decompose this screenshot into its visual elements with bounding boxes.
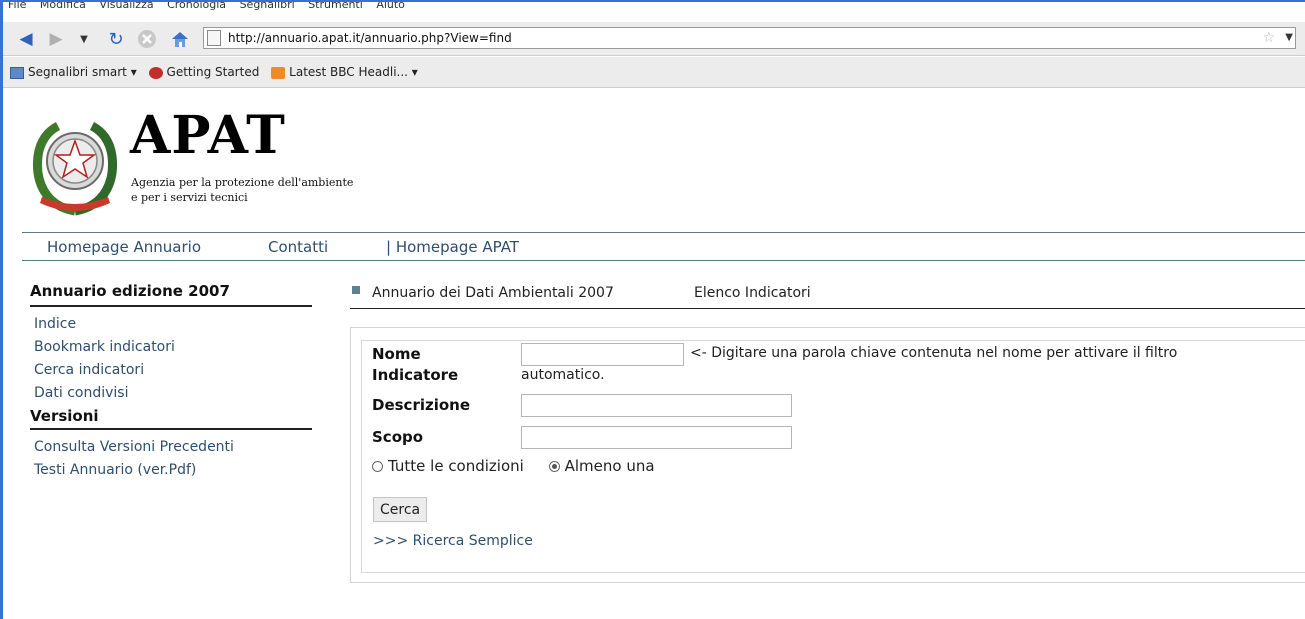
bullet-icon: [352, 286, 360, 294]
menu-visualizza[interactable]: Visualizza: [99, 0, 153, 11]
nome-label-line-1: Nome: [372, 345, 421, 363]
sidebar-item-versioni-precedenti[interactable]: Consulta Versioni Precedenti: [34, 436, 312, 459]
cerca-button[interactable]: Cerca: [373, 497, 428, 522]
sidebar-title: Annuario edizione 2007: [30, 282, 312, 307]
home-icon[interactable]: [168, 27, 192, 51]
stop-icon[interactable]: [135, 27, 159, 51]
radio-label: Almeno una: [564, 457, 655, 475]
descrizione-label: Descrizione: [372, 396, 471, 414]
scopo-label: Scopo: [372, 428, 424, 446]
bookmark-bbc[interactable]: Latest BBC Headli... ▾: [271, 57, 418, 88]
breadcrumb-page: Elenco Indicatori: [694, 285, 811, 301]
radio-unchecked-icon: [372, 460, 383, 472]
sidebar-version-links: Consulta Versioni Precedenti Testi Annua…: [30, 436, 312, 482]
breadcrumb-section[interactable]: Annuario dei Dati Ambientali 2007: [372, 285, 614, 301]
top-navigation: Homepage Annuario Contatti | Homepage AP…: [22, 232, 1305, 261]
sidebar-item-cerca-indicatori[interactable]: Cerca indicatori: [34, 359, 312, 382]
url-dropdown-icon[interactable]: ▼: [1285, 28, 1293, 48]
sidebar-item-dati-condivisi[interactable]: Dati condivisi: [34, 382, 312, 405]
search-form-container: Nome Indicatore <- Digitare una parola c…: [350, 327, 1305, 583]
menu-cronologia[interactable]: Cronologia: [167, 0, 226, 11]
radio-label: Tutte le condizioni: [388, 457, 524, 475]
nav-homepage-apat[interactable]: | Homepage APAT: [386, 238, 519, 256]
address-bar[interactable]: http://annuario.apat.it/annuario.php?Vie…: [203, 27, 1296, 49]
scopo-input[interactable]: [521, 426, 792, 449]
sidebar: Annuario edizione 2007 Indice Bookmark i…: [30, 282, 312, 482]
ricerca-semplice-link[interactable]: >>> Ricerca Semplice: [373, 533, 533, 549]
menu-strumenti[interactable]: Strumenti: [308, 0, 363, 11]
bookmark-label: Latest BBC Headli... ▾: [289, 65, 418, 79]
bookmark-label: Segnalibri smart ▾: [28, 65, 137, 79]
history-dropdown-icon[interactable]: ▼: [72, 27, 96, 51]
folder-icon: [10, 66, 24, 79]
breadcrumb: Annuario dei Dati Ambientali 2007 Elenco…: [350, 282, 1305, 309]
menu-aiuto[interactable]: Aiuto: [376, 0, 405, 11]
back-icon[interactable]: ◀: [14, 27, 38, 51]
bookmark-smart[interactable]: Segnalibri smart ▾: [10, 57, 137, 88]
reload-icon[interactable]: ↻: [104, 27, 128, 51]
web-page: APAT Agenzia per la protezione dell'ambi…: [8, 89, 1305, 619]
sidebar-links: Indice Bookmark indicatori Cerca indicat…: [30, 313, 312, 405]
descrizione-input[interactable]: [521, 394, 792, 417]
nome-label-line-2: Indicatore: [372, 366, 459, 384]
site-tagline: Agenzia per la protezione dell'ambiente …: [131, 175, 353, 205]
nome-indicatore-input[interactable]: [521, 343, 684, 366]
sidebar-item-bookmark-indicatori[interactable]: Bookmark indicatori: [34, 336, 312, 359]
bookmark-getting-started[interactable]: Getting Started: [148, 57, 260, 88]
nome-hint-continued: automatico.: [521, 367, 605, 383]
sidebar-versions-title: Versioni: [30, 407, 312, 430]
menu-modifica[interactable]: Modifica: [40, 0, 86, 11]
bookmark-label: Getting Started: [166, 65, 260, 79]
radio-checked-icon: [548, 460, 560, 472]
firefox-icon: [148, 66, 163, 79]
menu-file[interactable]: File: [8, 0, 26, 11]
page-icon: [207, 30, 221, 46]
navigation-toolbar: ◀ ▶ ▼ ↻ http://annuario.apat.it/annuario…: [0, 22, 1305, 56]
url-text: http://annuario.apat.it/annuario.php?Vie…: [228, 31, 512, 45]
sidebar-item-indice[interactable]: Indice: [34, 313, 312, 336]
nome-hint: <- Digitare una parola chiave contenuta …: [690, 345, 1178, 361]
republic-emblem-logo: [30, 111, 120, 219]
search-form: Nome Indicatore <- Digitare una parola c…: [361, 340, 1305, 573]
forward-icon[interactable]: ▶: [44, 27, 68, 51]
bookmarks-toolbar: Segnalibri smart ▾ Getting Started Lates…: [0, 57, 1305, 88]
radio-almeno-una[interactable]: Almeno una: [548, 457, 655, 475]
site-brand: APAT: [130, 105, 286, 166]
nav-contatti[interactable]: Contatti: [268, 238, 328, 256]
bookmark-star-icon[interactable]: ☆: [1262, 28, 1275, 48]
rss-icon: [271, 66, 286, 79]
menu-segnalibri[interactable]: Segnalibri: [240, 0, 295, 11]
condition-radio-group: Tutte le condizioni Almeno una: [372, 457, 675, 476]
tagline-line-1: Agenzia per la protezione dell'ambiente: [131, 176, 354, 189]
nome-label: Nome Indicatore: [372, 344, 458, 386]
nav-homepage-annuario[interactable]: Homepage Annuario: [47, 238, 201, 256]
tagline-line-2: e per i servizi tecnici: [131, 191, 248, 204]
radio-tutte-condizioni[interactable]: Tutte le condizioni: [372, 457, 524, 475]
sidebar-item-testi-annuario[interactable]: Testi Annuario (ver.Pdf): [34, 459, 312, 482]
menu-bar: File Modifica Visualizza Cronologia Segn…: [8, 0, 1298, 14]
